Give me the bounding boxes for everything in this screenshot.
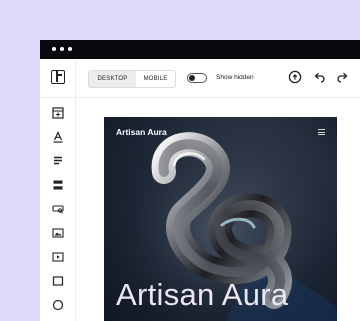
editor-window: Desktop Mobile Show hidden <box>40 40 360 321</box>
window-dot <box>60 47 64 51</box>
help-icon[interactable] <box>287 70 303 86</box>
circle-icon[interactable] <box>51 298 65 312</box>
device-option-desktop[interactable]: Desktop <box>89 71 136 87</box>
search-field-icon[interactable] <box>51 202 65 216</box>
element-sidebar <box>40 98 75 321</box>
toggle-knob <box>189 75 195 81</box>
window-titlebar <box>40 40 360 59</box>
paragraph-icon[interactable] <box>51 154 65 168</box>
hero-brand-name[interactable]: Artisan Aura <box>116 127 167 137</box>
show-hidden-label: Show hidden <box>216 74 254 81</box>
device-switcher: Desktop Mobile <box>88 70 176 88</box>
list-icon[interactable] <box>51 178 65 192</box>
hero-section[interactable]: Artisan Aura Artisan Aura <box>104 117 337 321</box>
editor-canvas: Artisan Aura Artisan Aura <box>76 98 360 321</box>
image-icon[interactable] <box>51 226 65 240</box>
window-dot <box>68 47 72 51</box>
redo-icon[interactable] <box>335 70 351 86</box>
hero-title: Artisan Aura <box>116 277 289 312</box>
show-hidden-toggle[interactable] <box>187 73 207 83</box>
hamburger-menu-icon[interactable] <box>318 129 325 137</box>
undo-icon[interactable] <box>311 70 327 86</box>
box-icon[interactable] <box>51 274 65 288</box>
window-dot <box>52 47 56 51</box>
panel-toggle-icon[interactable] <box>51 70 65 84</box>
editor-toolbar: Desktop Mobile Show hidden <box>40 59 360 98</box>
section-add-icon[interactable] <box>51 106 65 120</box>
video-icon[interactable] <box>51 250 65 264</box>
text-icon[interactable] <box>51 130 65 144</box>
device-option-mobile[interactable]: Mobile <box>136 71 175 87</box>
